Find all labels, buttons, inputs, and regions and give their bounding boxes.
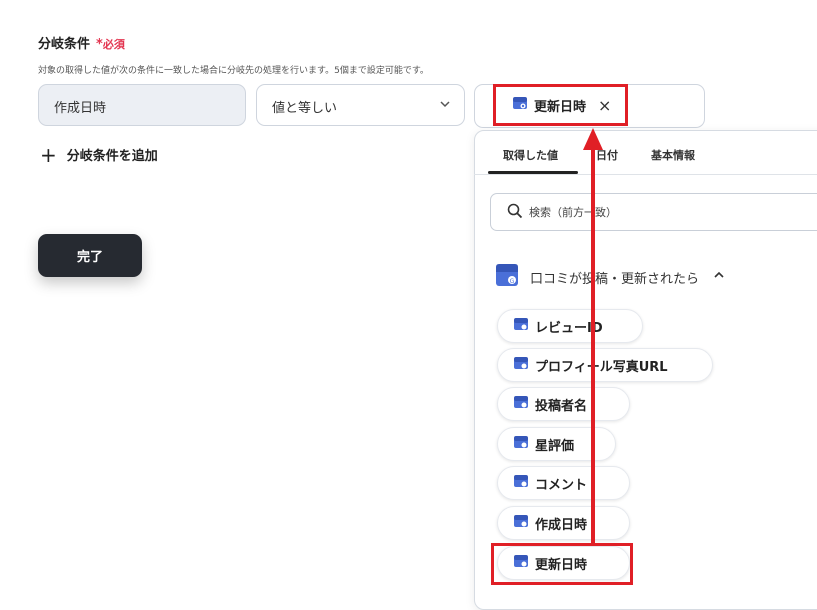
required-label: 必須 <box>102 38 125 51</box>
google-business-profile-icon <box>513 474 529 492</box>
chevron-up-icon <box>713 269 725 285</box>
condition-field-select[interactable]: 作成日時 <box>38 84 246 126</box>
done-button[interactable]: 完了 <box>38 234 142 277</box>
search-icon <box>507 203 523 222</box>
google-business-profile-icon <box>513 395 529 413</box>
list-item-label: 作成日時 <box>535 517 588 533</box>
list-item-label: プロフィール写真URL <box>535 359 668 375</box>
list-item[interactable]: プロフィール写真URL <box>497 348 713 382</box>
trigger-group-header[interactable]: G 口コミが投稿・更新されたら <box>494 263 725 291</box>
done-button-label: 完了 <box>76 250 103 265</box>
add-condition-label: 分岐条件を追加 <box>66 149 158 164</box>
list-item[interactable]: 作成日時 <box>497 506 630 540</box>
svg-text:G: G <box>510 278 515 285</box>
google-business-profile-icon: G <box>494 263 520 291</box>
list-item-label: 星評価 <box>535 438 575 454</box>
google-business-profile-icon <box>512 96 528 114</box>
condition-operator-value: 値と等しい <box>272 101 338 116</box>
list-item-label: 投稿者名 <box>535 398 588 414</box>
section-title-text: 分岐条件 <box>38 37 91 52</box>
google-business-profile-icon <box>513 435 529 453</box>
search-placeholder: 検索（前方一致） <box>529 206 617 219</box>
condition-field-value: 作成日時 <box>54 101 107 116</box>
list-item[interactable]: 投稿者名 <box>497 387 630 421</box>
section-title: 分岐条件 *必須 <box>38 33 125 52</box>
list-item[interactable]: レビューID <box>497 309 643 343</box>
list-item-label: コメント <box>535 477 588 493</box>
tab-divider <box>474 174 817 175</box>
tab-basic-info[interactable]: 基本情報 <box>651 147 695 163</box>
highlight-box <box>491 543 633 585</box>
required-star: * <box>96 37 103 52</box>
list-item[interactable]: 星評価 <box>497 427 616 461</box>
add-condition-button[interactable]: + 分岐条件を追加 <box>40 142 158 167</box>
list-item-label: レビューID <box>535 320 603 336</box>
selected-value-tag[interactable]: 更新日時 × <box>493 84 628 126</box>
tab-date[interactable]: 日付 <box>596 147 618 163</box>
section-description: 対象の取得した値が次の条件に一致した場合に分岐先の処理を行います。5個まで設定可… <box>38 66 429 76</box>
list-item[interactable]: コメント <box>497 466 630 500</box>
condition-operator-select[interactable]: 値と等しい <box>256 84 465 126</box>
google-business-profile-icon <box>513 356 529 374</box>
search-input[interactable]: 検索（前方一致） <box>490 193 817 231</box>
plus-icon: + <box>40 142 57 167</box>
selected-value-tag-label: 更新日時 <box>534 99 587 115</box>
chevron-down-icon <box>439 98 451 114</box>
google-business-profile-icon <box>513 317 529 335</box>
trigger-group-label: 口コミが投稿・更新されたら <box>530 271 700 287</box>
close-icon[interactable]: × <box>598 96 611 115</box>
tab-acquired-values[interactable]: 取得した値 <box>503 147 558 163</box>
google-business-profile-icon <box>513 514 529 532</box>
